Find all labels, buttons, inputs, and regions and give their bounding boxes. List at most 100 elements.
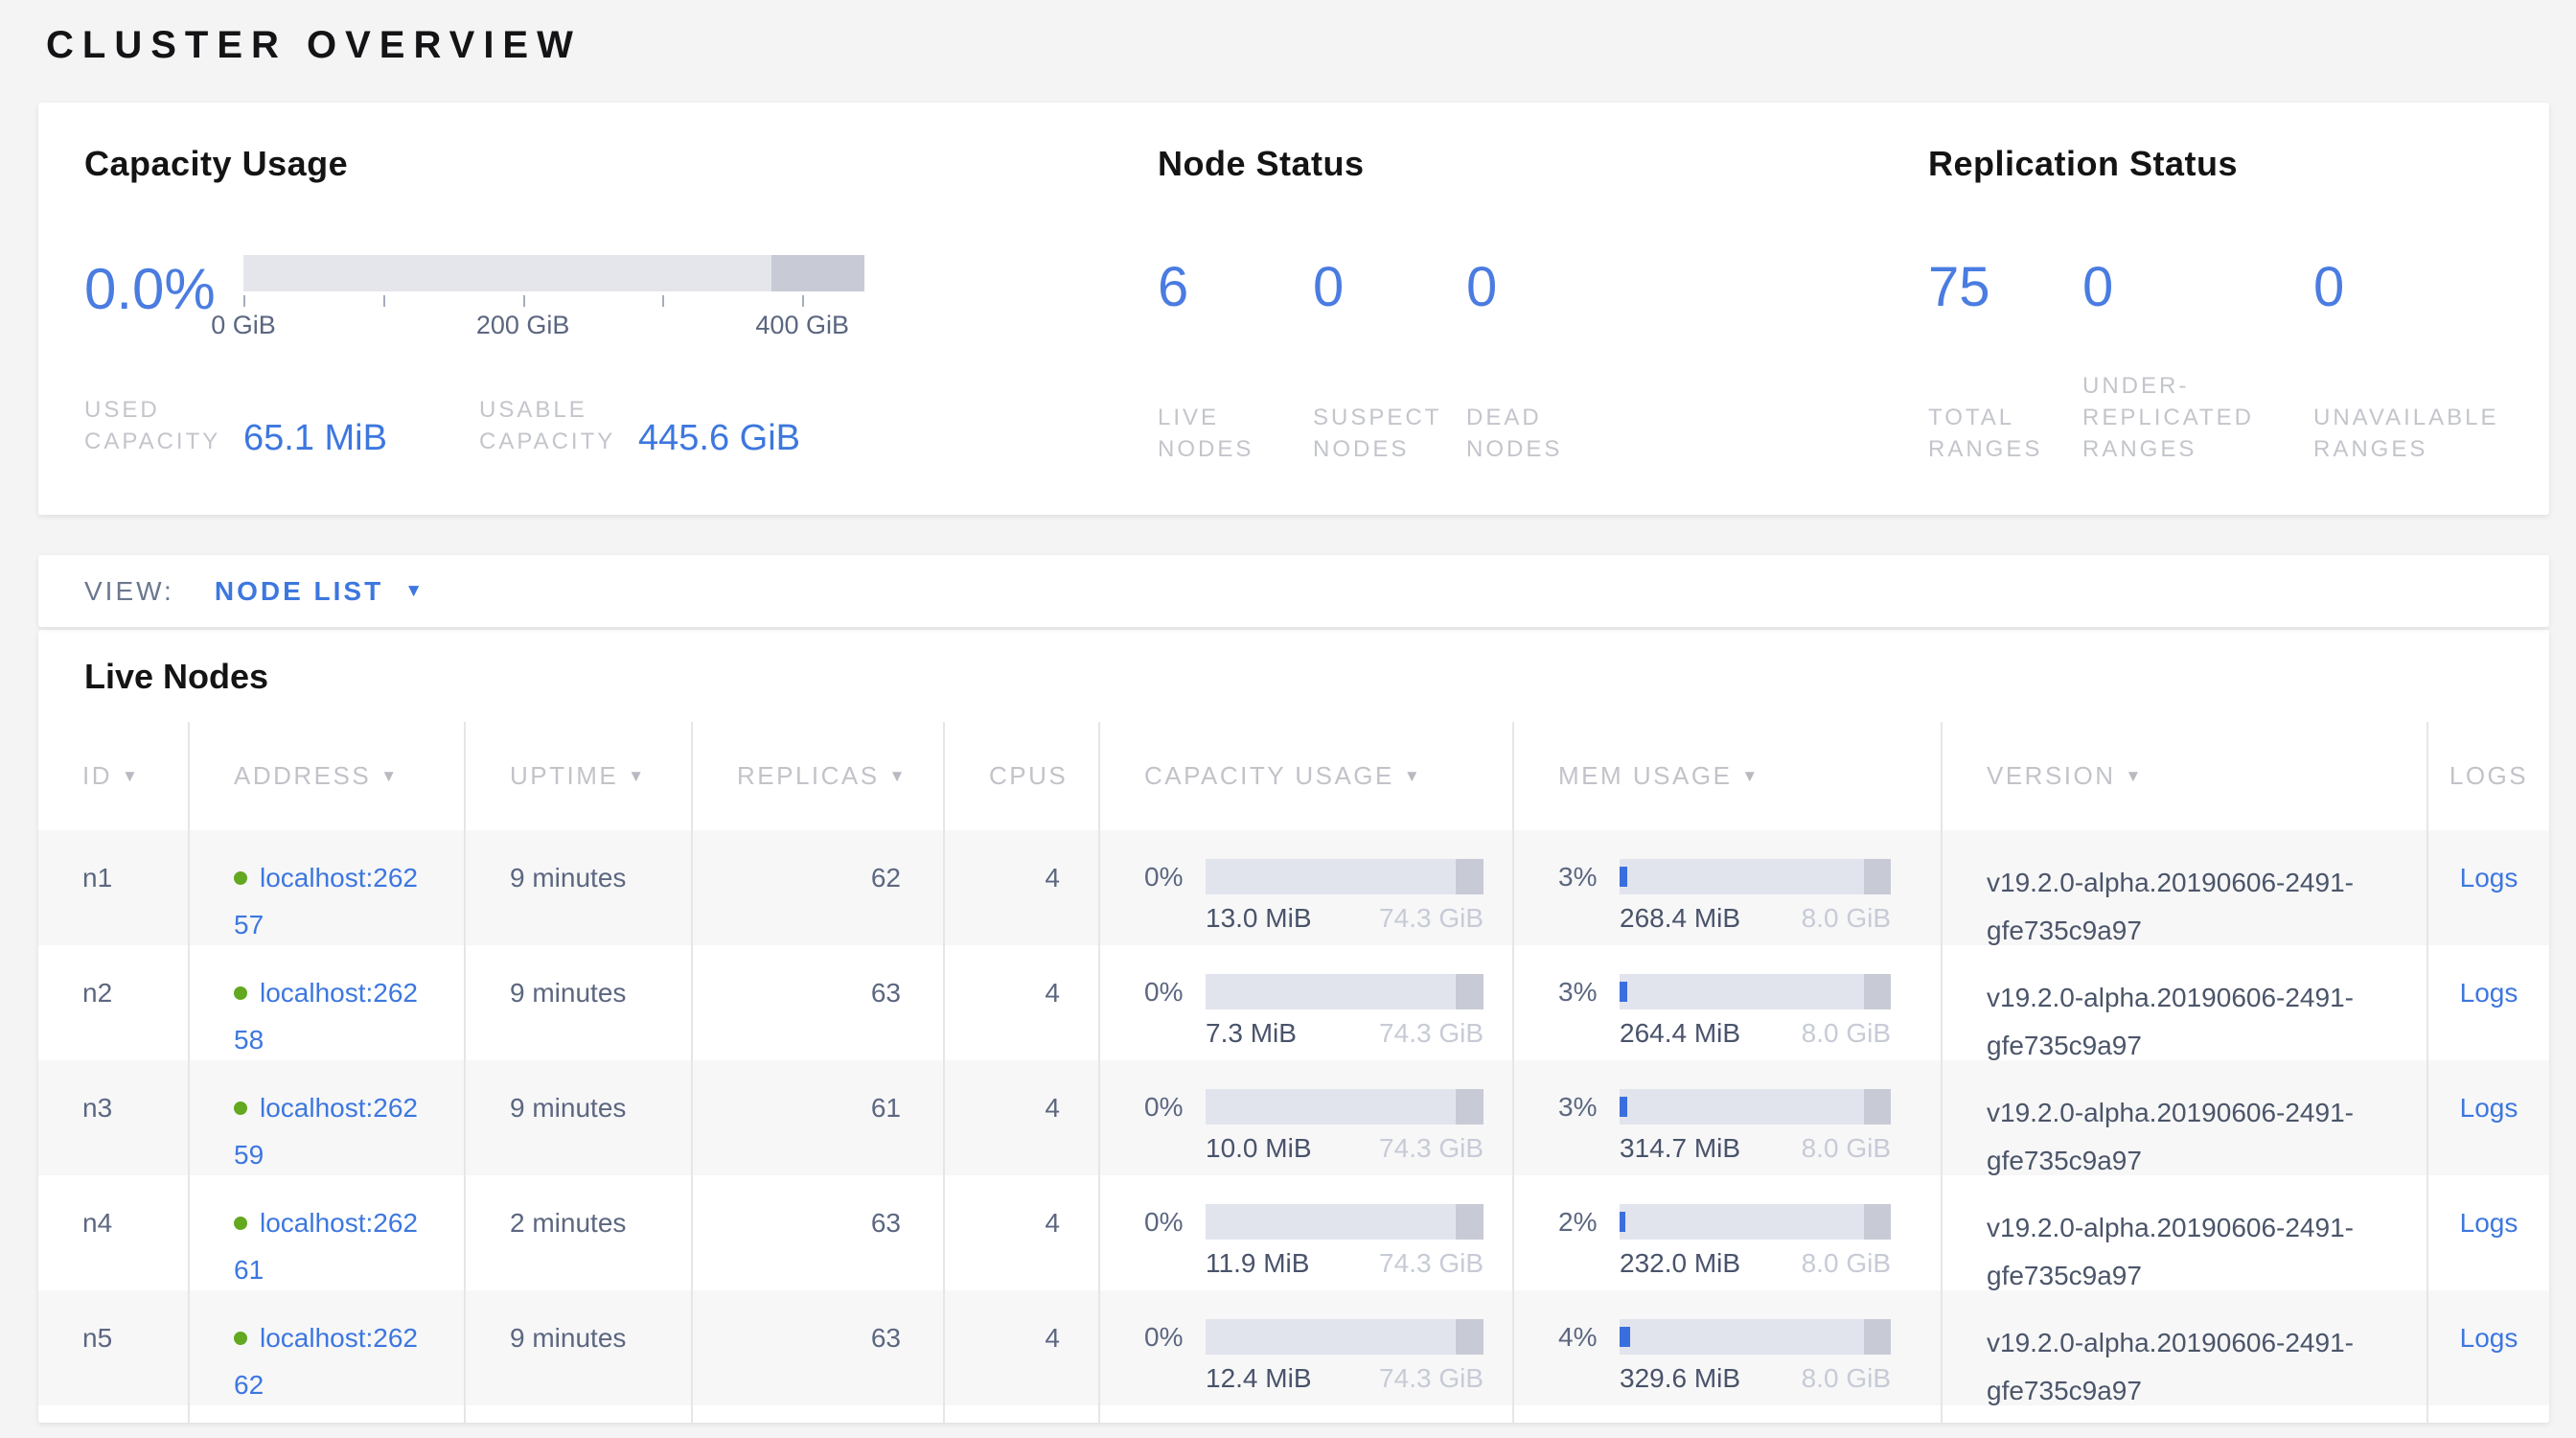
mem-used: 314.7 MiB [1620,1133,1740,1164]
page-title: CLUSTER OVERVIEW [46,24,2549,67]
node-address-link[interactable]: localhost:262 [260,863,418,893]
logs-link[interactable]: Logs [2460,1208,2518,1238]
mem-usage-cell: 3% 268.4 MiB8.0 GiB [1514,830,1943,945]
sort-desc-icon: ▼ [122,767,140,786]
mem-percent: 2% [1558,1207,1612,1238]
node-address-link[interactable]: localhost:262 [260,1208,418,1239]
cpus-cell: 4 [945,1060,1100,1175]
column-header-capacity-usage[interactable]: CAPACITY USAGE▼ [1100,722,1514,830]
total-ranges-label: TOTAL RANGES [1928,402,2082,465]
node-address-link[interactable]: 61 [234,1255,264,1286]
column-header-replicas[interactable]: REPLICAS▼ [693,722,945,830]
capacity-percent: 0% [1144,1092,1198,1123]
tick-label-400: 400 GiB [755,311,849,340]
node-id-cell: n1 [38,830,190,945]
uptime-cell: 9 minutes [466,1290,693,1405]
under-replicated-ranges-value: 0 [2082,257,2313,318]
node-address-link[interactable]: 57 [234,910,264,940]
capacity-total: 74.3 GiB [1379,1018,1484,1049]
node-address-link[interactable]: localhost:262 [260,1093,418,1124]
used-capacity-label: USED CAPACITY [84,394,243,457]
table-row: n5 localhost:262 62 9 minutes 63 4 0% 12… [38,1290,2549,1405]
cpus-cell: 4 [945,1290,1100,1405]
mem-used: 329.6 MiB [1620,1363,1740,1394]
logs-cell: Logs [2428,1060,2549,1175]
table-header-row: ID▼ ADDRESS▼ UPTIME▼ REPLICAS▼ CPUS CAPA… [38,722,2549,830]
node-address-cell: localhost:262 58 [190,945,466,1060]
logs-link[interactable]: Logs [2460,863,2518,893]
mem-total: 8.0 GiB [1802,1018,1891,1049]
logs-cell: Logs [2428,1175,2549,1290]
capacity-bar [1206,974,1484,1009]
node-address-link[interactable]: 58 [234,1025,264,1055]
logs-link[interactable]: Logs [2460,1323,2518,1353]
node-id-cell: n5 [38,1290,190,1405]
view-dropdown[interactable]: NODE LIST ▼ [215,576,426,607]
node-id-cell: n3 [38,1060,190,1175]
under-replicated-ranges-stat: 0 UNDER-REPLICATED RANGES [2082,257,2313,465]
live-nodes-heading: Live Nodes [84,657,2549,697]
replicas-cell: 61 [693,1060,945,1175]
version-cell: v19.2.0-alpha.20190606-2491-gfe735c9a97 [1943,1175,2428,1290]
sort-desc-icon: ▼ [380,767,399,786]
node-address-cell: localhost:262 57 [190,830,466,945]
sort-desc-icon: ▼ [1741,767,1760,786]
column-header-mem-usage[interactable]: MEM USAGE▼ [1514,722,1943,830]
logs-cell: Logs [2428,945,2549,1060]
dead-nodes-label: DEAD NODES [1466,402,1639,465]
capacity-used: 11.9 MiB [1206,1248,1309,1279]
capacity-used: 7.3 MiB [1206,1018,1297,1049]
node-live-dot-icon [234,871,247,885]
view-dropdown-value[interactable]: NODE LIST [215,576,383,607]
mem-percent: 3% [1558,1092,1612,1123]
live-nodes-value: 6 [1158,257,1313,318]
column-header-version[interactable]: VERSION▼ [1943,722,2428,830]
mem-bar [1620,1204,1891,1240]
node-address-link[interactable]: localhost:262 [260,1323,418,1354]
node-address-cell: localhost:262 62 [190,1290,466,1405]
under-replicated-ranges-label: UNDER-REPLICATED RANGES [2082,370,2313,465]
sort-desc-icon: ▼ [1404,767,1422,786]
table-row: n2 localhost:262 58 9 minutes 63 4 0% 7.… [38,945,2549,1060]
mem-usage-cell: 3% 314.7 MiB8.0 GiB [1514,1060,1943,1175]
usable-capacity-stat: USABLE CAPACITY 445.6 GiB [479,394,800,457]
version-cell: v19.2.0-alpha.20190606-2491-gfe735c9a97 [1943,945,2428,1060]
mem-bar [1620,1319,1891,1355]
capacity-bar [1206,859,1484,894]
mem-percent: 3% [1558,977,1612,1008]
replicas-cell: 62 [693,830,945,945]
column-header-uptime[interactable]: UPTIME▼ [466,722,693,830]
node-address-cell: localhost:262 61 [190,1175,466,1290]
capacity-bar [1206,1319,1484,1355]
capacity-bar-ticks [243,291,864,307]
node-status-section: Node Status 6 LIVE NODES 0 SUSPECT NODES… [1158,144,1928,515]
column-header-id[interactable]: ID▼ [38,722,190,830]
capacity-bar [1206,1204,1484,1240]
table-row-partial [38,1405,2549,1423]
total-ranges-value: 75 [1928,257,2082,318]
node-address-link[interactable]: localhost:262 [260,978,418,1009]
capacity-percent: 0% [1144,862,1198,893]
capacity-usage-cell: 0% 11.9 MiB74.3 GiB [1100,1175,1514,1290]
live-nodes-card: Live Nodes ID▼ ADDRESS▼ UPTIME▼ REPLICAS… [38,630,2549,1423]
column-header-address[interactable]: ADDRESS▼ [190,722,466,830]
node-address-link[interactable]: 62 [234,1370,264,1401]
replicas-cell: 63 [693,1175,945,1290]
mem-percent: 3% [1558,862,1612,893]
capacity-usage-cell: 0% 12.4 MiB74.3 GiB [1100,1290,1514,1405]
table-row: n4 localhost:262 61 2 minutes 63 4 0% 11… [38,1175,2549,1290]
unavailable-ranges-value: 0 [2313,257,2543,318]
logs-link[interactable]: Logs [2460,978,2518,1008]
summary-card: Capacity Usage 0.0% [38,103,2549,515]
logs-cell: Logs [2428,830,2549,945]
column-header-cpus: CPUS [945,722,1100,830]
logs-link[interactable]: Logs [2460,1093,2518,1123]
node-id-cell: n4 [38,1175,190,1290]
uptime-cell: 9 minutes [466,830,693,945]
node-live-dot-icon [234,986,247,1000]
view-selector-bar: VIEW: NODE LIST ▼ [38,555,2549,627]
view-label: VIEW: [84,576,174,607]
node-address-link[interactable]: 59 [234,1140,264,1171]
uptime-cell: 9 minutes [466,945,693,1060]
mem-total: 8.0 GiB [1802,903,1891,934]
